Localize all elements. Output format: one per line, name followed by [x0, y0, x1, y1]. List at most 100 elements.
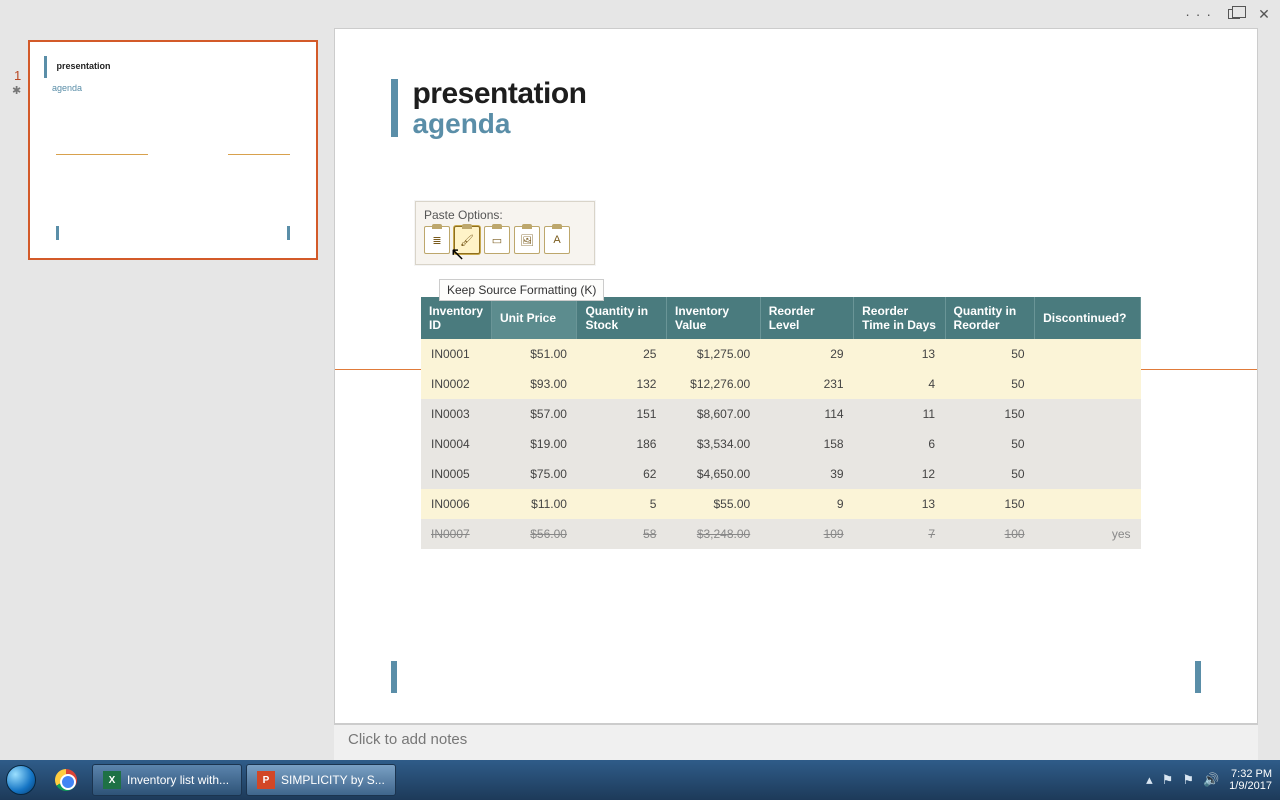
inventory-table[interactable]: Inventory IDUnit PriceQuantity in StockI…	[421, 297, 1141, 549]
taskbar-powerpoint-button[interactable]: P SIMPLICITY by S...	[246, 764, 396, 796]
table-cell: 186	[577, 429, 667, 459]
taskbar-excel-button[interactable]: X Inventory list with...	[92, 764, 242, 796]
taskbar-powerpoint-label: SIMPLICITY by S...	[281, 773, 385, 787]
table-cell: 9	[760, 489, 853, 519]
table-cell: 151	[577, 399, 667, 429]
taskbar-chrome-button[interactable]	[44, 763, 88, 797]
slide-thumbnail-pane[interactable]: 1 ✱ presentation agenda	[0, 28, 324, 760]
restore-window-button[interactable]	[1226, 6, 1242, 22]
table-cell: $56.00	[492, 519, 577, 549]
table-header: Inventory ID	[421, 297, 492, 339]
tray-clock[interactable]: 7:32 PM 1/9/2017	[1229, 768, 1272, 792]
table-row[interactable]: IN0005$75.0062$4,650.00391250	[421, 459, 1141, 489]
table-cell: IN0001	[421, 339, 492, 369]
table-cell: 150	[945, 489, 1035, 519]
table-cell: $57.00	[492, 399, 577, 429]
table-cell: 39	[760, 459, 853, 489]
table-row[interactable]: IN0007$56.0058$3,248.001097100yes	[421, 519, 1141, 549]
ribbon-options-icon[interactable]: · · ·	[1185, 6, 1212, 22]
table-row[interactable]: IN0006$11.005$55.00913150	[421, 489, 1141, 519]
table-cell: 50	[945, 369, 1035, 399]
thumb-decor-line	[228, 154, 290, 155]
table-cell: 5	[577, 489, 667, 519]
paste-text-only-button[interactable]: A	[544, 226, 570, 254]
table-cell: 13	[854, 339, 945, 369]
chrome-icon	[55, 769, 77, 791]
paste-tooltip: Keep Source Formatting (K)	[439, 279, 604, 301]
windows-taskbar: X Inventory list with... P SIMPLICITY by…	[0, 760, 1280, 800]
table-cell: IN0006	[421, 489, 492, 519]
table-header: Quantity in Reorder	[945, 297, 1035, 339]
slide-canvas[interactable]: presentation agenda Paste Options: ≣ 🖌 ▭…	[334, 28, 1258, 724]
table-cell	[1035, 369, 1141, 399]
thumb-decor-tick	[287, 226, 290, 240]
paste-keep-source-formatting-button[interactable]: 🖌	[454, 226, 480, 254]
table-header: Inventory Value	[666, 297, 760, 339]
slide-subtitle[interactable]: agenda	[412, 109, 586, 140]
notes-pane[interactable]: Click to add notes	[334, 724, 1258, 760]
table-cell: 109	[760, 519, 853, 549]
table-cell: 7	[854, 519, 945, 549]
table-cell	[1035, 339, 1141, 369]
table-cell: 12	[854, 459, 945, 489]
table-cell: 6	[854, 429, 945, 459]
tray-action-center-icon[interactable]: ⚑	[1162, 772, 1174, 788]
tray-security-icon[interactable]: ⚑	[1182, 772, 1194, 788]
table-header: Reorder Time in Days	[854, 297, 945, 339]
table-cell: 150	[945, 399, 1035, 429]
tray-chevron-up-icon[interactable]: ▴	[1146, 772, 1153, 788]
table-cell: 100	[945, 519, 1035, 549]
slide-title[interactable]: presentation	[412, 79, 586, 109]
system-tray[interactable]: ▴ ⚑ ⚑ 🔊 7:32 PM 1/9/2017	[1146, 768, 1280, 792]
paste-options-label: Paste Options:	[424, 208, 586, 222]
table-cell: 11	[854, 399, 945, 429]
table-cell: yes	[1035, 519, 1141, 549]
animation-indicator-icon: ✱	[12, 84, 21, 97]
tray-time: 7:32 PM	[1229, 768, 1272, 780]
table-cell: IN0007	[421, 519, 492, 549]
paste-embed-button[interactable]: ▭	[484, 226, 510, 254]
table-cell: 50	[945, 429, 1035, 459]
table-header: Unit Price	[492, 297, 577, 339]
table-cell: 58	[577, 519, 667, 549]
slide-decor-tick	[391, 661, 397, 693]
table-row[interactable]: IN0001$51.0025$1,275.00291350	[421, 339, 1141, 369]
slide-number-label: 1	[14, 68, 21, 83]
paste-use-destination-theme-button[interactable]: ≣	[424, 226, 450, 254]
table-row[interactable]: IN0002$93.00132$12,276.00231450	[421, 369, 1141, 399]
thumb-title: presentation	[56, 61, 110, 71]
table-cell: $12,276.00	[666, 369, 760, 399]
table-cell: $3,534.00	[666, 429, 760, 459]
table-row[interactable]: IN0004$19.00186$3,534.00158650	[421, 429, 1141, 459]
table-cell: 158	[760, 429, 853, 459]
table-cell: 231	[760, 369, 853, 399]
table-header: Quantity in Stock	[577, 297, 667, 339]
table-cell: IN0004	[421, 429, 492, 459]
table-cell: 114	[760, 399, 853, 429]
table-cell	[1035, 489, 1141, 519]
table-cell: 132	[577, 369, 667, 399]
paste-as-picture-button[interactable]: 🖼	[514, 226, 540, 254]
table-cell: IN0005	[421, 459, 492, 489]
paste-options-popup: Paste Options: ≣ 🖌 ▭ 🖼 A	[415, 201, 595, 265]
table-cell: 29	[760, 339, 853, 369]
close-window-button[interactable]	[1256, 6, 1272, 22]
tray-volume-icon[interactable]: 🔊	[1203, 772, 1219, 788]
table-cell: $55.00	[666, 489, 760, 519]
table-cell	[1035, 429, 1141, 459]
table-cell: $19.00	[492, 429, 577, 459]
table-cell: 13	[854, 489, 945, 519]
tray-date: 1/9/2017	[1229, 780, 1272, 792]
slide-thumbnail-1[interactable]: presentation agenda	[28, 40, 318, 260]
table-header: Discontinued?	[1035, 297, 1141, 339]
table-cell: 62	[577, 459, 667, 489]
thumb-subtitle: agenda	[52, 83, 82, 93]
start-button[interactable]	[0, 760, 42, 800]
table-cell	[1035, 399, 1141, 429]
thumb-accent-bar	[44, 56, 47, 78]
table-row[interactable]: IN0003$57.00151$8,607.0011411150	[421, 399, 1141, 429]
thumb-decor-line	[56, 154, 148, 155]
excel-icon: X	[103, 771, 121, 789]
title-accent-bar	[391, 79, 398, 137]
table-cell: 50	[945, 459, 1035, 489]
